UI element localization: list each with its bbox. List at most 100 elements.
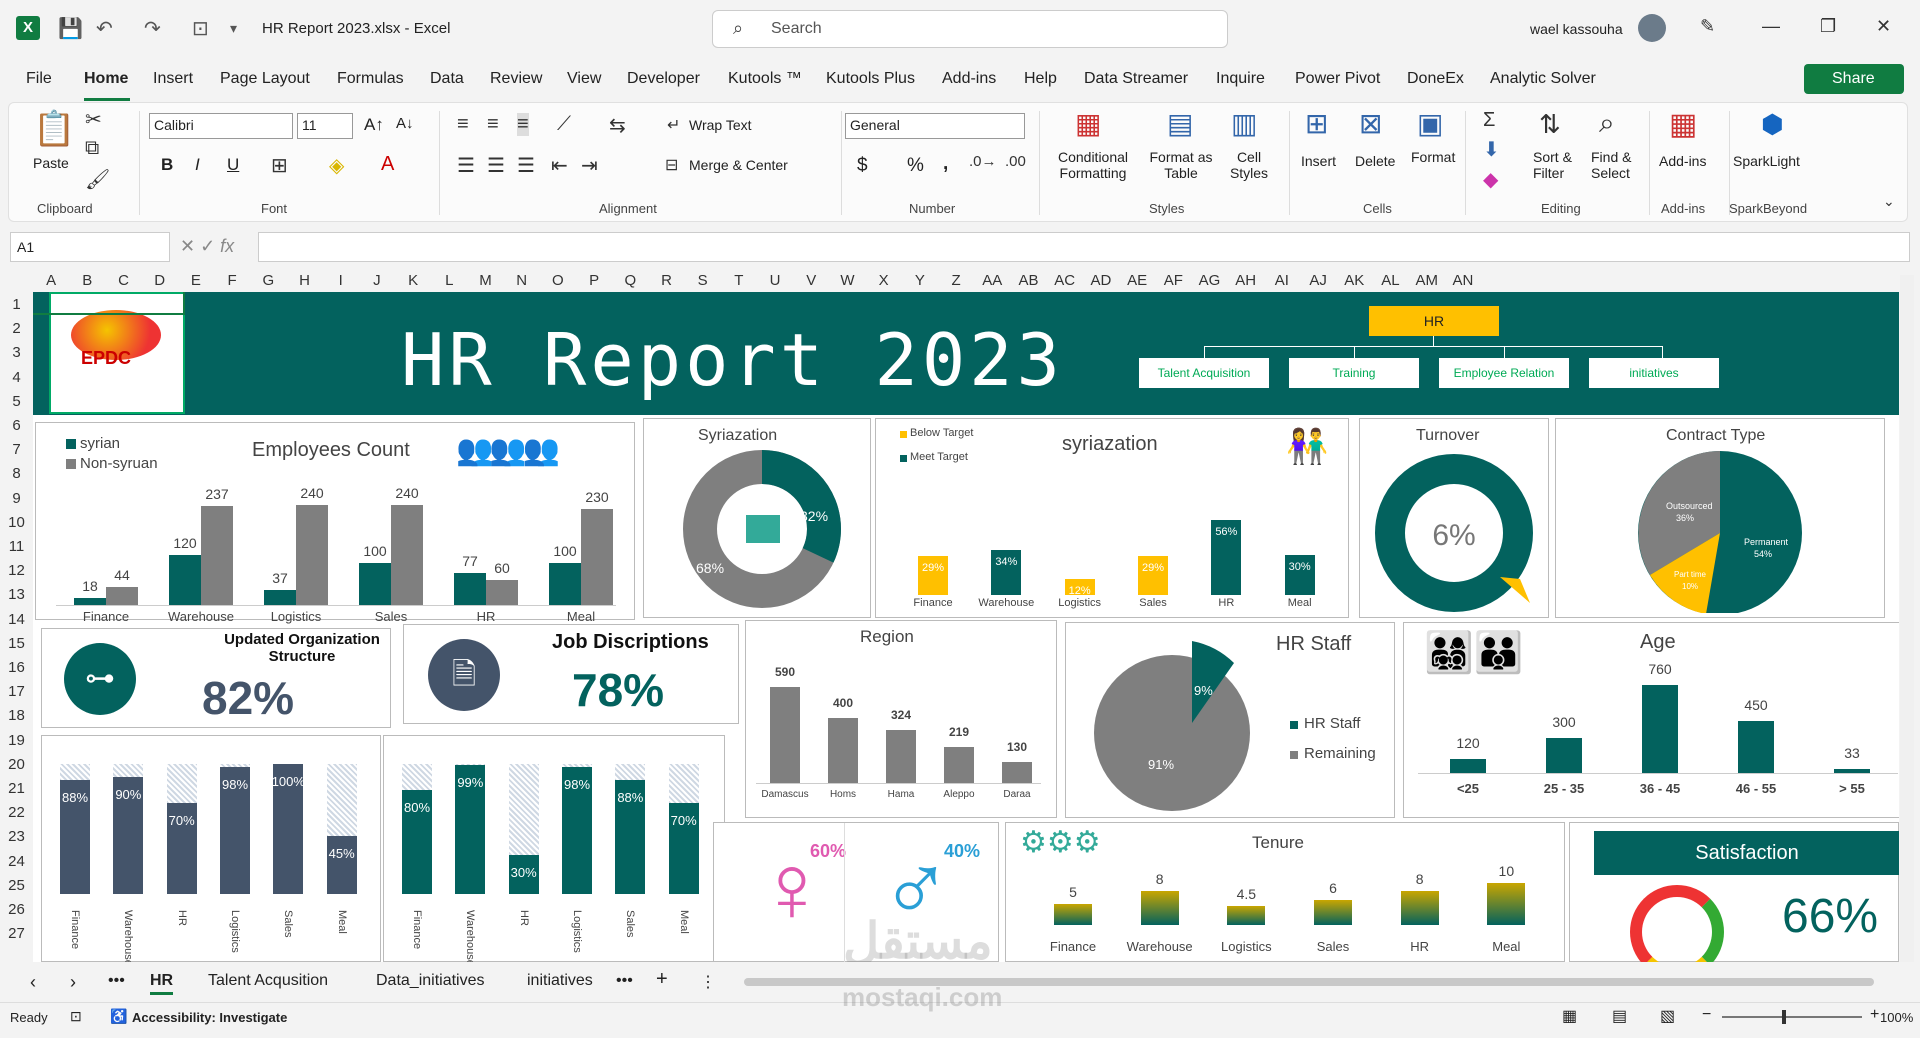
sheet-tab-hr[interactable]: HR bbox=[150, 972, 174, 995]
bold-button[interactable]: B bbox=[161, 155, 173, 175]
name-box[interactable]: A1 bbox=[10, 232, 170, 262]
column-header-cell[interactable]: AA bbox=[974, 272, 1010, 289]
column-header-cell[interactable]: M bbox=[467, 272, 503, 289]
tab-formulas[interactable]: Formulas bbox=[337, 70, 404, 88]
conditional-formatting-icon[interactable]: ▦ bbox=[1075, 107, 1101, 140]
sheet-tab-data-initiatives[interactable]: Data_initiatives bbox=[376, 972, 485, 990]
wrap-text-icon[interactable]: ↵ bbox=[667, 115, 680, 135]
pen-icon[interactable]: ✎ bbox=[1700, 16, 1715, 37]
column-header-cell[interactable]: AB bbox=[1010, 272, 1046, 289]
row-header-cell[interactable]: 13 bbox=[0, 586, 33, 603]
tab-view[interactable]: View bbox=[567, 70, 601, 88]
tab-power-pivot[interactable]: Power Pivot bbox=[1295, 70, 1380, 88]
orientation-icon[interactable]: ⟋ bbox=[557, 113, 571, 136]
column-header-cell[interactable]: X bbox=[866, 272, 902, 289]
align-left-icon[interactable]: ☰ bbox=[457, 153, 475, 178]
sheet-tab-talent[interactable]: Talent Acqusition bbox=[208, 972, 328, 990]
column-header-cell[interactable]: G bbox=[250, 272, 286, 289]
accessibility-status[interactable]: Accessibility: Investigate bbox=[132, 1010, 287, 1025]
cell-styles-button[interactable]: Cell Styles bbox=[1221, 149, 1277, 181]
add-ins-button[interactable]: Add-ins bbox=[1659, 153, 1706, 169]
accessibility-icon[interactable]: ♿ bbox=[110, 1008, 127, 1025]
align-right-icon[interactable]: ☰ bbox=[517, 153, 535, 178]
column-header-cell[interactable]: J bbox=[359, 272, 395, 289]
cell-styles-icon[interactable]: ▥ bbox=[1231, 107, 1257, 140]
column-header-cell[interactable]: Z bbox=[938, 272, 974, 289]
collapse-ribbon-icon[interactable]: ⌄ bbox=[1883, 193, 1895, 210]
tab-kutools-plus[interactable]: Kutools Plus bbox=[826, 70, 915, 88]
add-ins-icon[interactable]: ▦ bbox=[1669, 107, 1697, 142]
currency-button[interactable]: $ bbox=[857, 155, 868, 177]
avatar[interactable] bbox=[1638, 14, 1666, 42]
column-header-cell[interactable]: C bbox=[105, 272, 141, 289]
align-center-icon[interactable]: ☰ bbox=[487, 153, 505, 178]
column-header-cell[interactable]: AG bbox=[1191, 272, 1227, 289]
column-header-cell[interactable]: AC bbox=[1047, 272, 1083, 289]
row-header-cell[interactable]: 7 bbox=[0, 441, 33, 458]
tab-file[interactable]: File bbox=[26, 70, 52, 88]
column-header-cell[interactable]: I bbox=[323, 272, 359, 289]
decrease-indent-icon[interactable]: ⇤ bbox=[551, 153, 568, 178]
tab-insert[interactable]: Insert bbox=[153, 70, 193, 88]
formula-input[interactable] bbox=[258, 232, 1910, 262]
sheet-tab-initiatives[interactable]: initiatives bbox=[527, 972, 593, 990]
redo-icon[interactable]: ↷ bbox=[144, 16, 161, 41]
row-header-cell[interactable]: 23 bbox=[0, 828, 33, 845]
save-icon[interactable]: 💾 bbox=[58, 16, 83, 41]
row-header-cell[interactable]: 9 bbox=[0, 490, 33, 507]
underline-button[interactable]: U bbox=[227, 155, 239, 175]
tab-page-layout[interactable]: Page Layout bbox=[220, 70, 310, 88]
sparklight-icon[interactable]: ⬢ bbox=[1761, 109, 1784, 140]
minimize-icon[interactable]: — bbox=[1762, 16, 1780, 37]
row-header-cell[interactable]: 27 bbox=[0, 925, 33, 942]
row-header-cell[interactable]: 12 bbox=[0, 562, 33, 579]
row-header-cell[interactable]: 15 bbox=[0, 635, 33, 652]
column-header-cell[interactable]: F bbox=[214, 272, 250, 289]
column-header-cell[interactable]: K bbox=[395, 272, 431, 289]
prev-sheet-icon[interactable]: ‹ bbox=[30, 972, 36, 993]
vertical-scrollbar[interactable] bbox=[1900, 275, 1914, 965]
column-header-cell[interactable]: W bbox=[829, 272, 865, 289]
column-header-cell[interactable]: AE bbox=[1119, 272, 1155, 289]
row-header-cell[interactable]: 2 bbox=[0, 320, 33, 337]
normal-view-icon[interactable]: ▦ bbox=[1562, 1006, 1577, 1026]
align-bottom-icon[interactable]: ≡ bbox=[517, 113, 529, 136]
fill-color-icon[interactable]: ◈ bbox=[329, 153, 344, 178]
row-header-cell[interactable]: 18 bbox=[0, 707, 33, 724]
copy-icon[interactable]: ⧉ bbox=[85, 137, 99, 160]
find-select-icon[interactable]: ⌕ bbox=[1599, 107, 1615, 140]
row-header-cell[interactable]: 6 bbox=[0, 417, 33, 434]
borders-icon[interactable]: ⊞ bbox=[271, 153, 288, 178]
format-painter-icon[interactable]: 🖌 bbox=[85, 167, 110, 192]
search-box[interactable]: ⌕ Search bbox=[712, 10, 1228, 48]
column-header-cell[interactable]: R bbox=[648, 272, 684, 289]
column-header-cell[interactable]: AH bbox=[1228, 272, 1264, 289]
column-header-cell[interactable]: AF bbox=[1155, 272, 1191, 289]
row-header-cell[interactable]: 20 bbox=[0, 756, 33, 773]
delete-cells-icon[interactable]: ⊠ bbox=[1359, 107, 1382, 140]
column-header-cell[interactable]: N bbox=[504, 272, 540, 289]
insert-cells-icon[interactable]: ⊞ bbox=[1305, 107, 1328, 140]
column-header-cell[interactable]: AJ bbox=[1300, 272, 1336, 289]
column-header-cell[interactable]: A bbox=[33, 272, 69, 289]
percent-button[interactable]: % bbox=[907, 155, 924, 177]
column-header-cell[interactable]: B bbox=[69, 272, 105, 289]
decrease-decimal-icon[interactable]: .00 bbox=[1005, 153, 1026, 170]
sort-filter-button[interactable]: Sort & Filter bbox=[1533, 149, 1572, 181]
tab-help[interactable]: Help bbox=[1024, 70, 1057, 88]
column-header-cell[interactable]: Q bbox=[612, 272, 648, 289]
share-button[interactable]: Share bbox=[1804, 64, 1904, 94]
tab-home[interactable]: Home bbox=[84, 70, 128, 88]
page-layout-view-icon[interactable]: ▤ bbox=[1612, 1006, 1627, 1026]
tab-data[interactable]: Data bbox=[430, 70, 464, 88]
font-size-select[interactable]: 11 bbox=[297, 113, 353, 139]
column-header-cell[interactable]: Y bbox=[902, 272, 938, 289]
column-header-cell[interactable]: O bbox=[540, 272, 576, 289]
italic-button[interactable]: I bbox=[195, 155, 200, 175]
row-header-cell[interactable]: 25 bbox=[0, 877, 33, 894]
increase-indent-icon[interactable]: ⇥ bbox=[581, 153, 598, 178]
format-as-table-button[interactable]: Format as Table bbox=[1143, 149, 1219, 181]
sort-filter-icon[interactable]: ⇅ bbox=[1539, 109, 1561, 140]
autosum-icon[interactable]: Σ bbox=[1483, 109, 1495, 132]
zoom-in-icon[interactable]: + bbox=[1870, 1006, 1879, 1024]
